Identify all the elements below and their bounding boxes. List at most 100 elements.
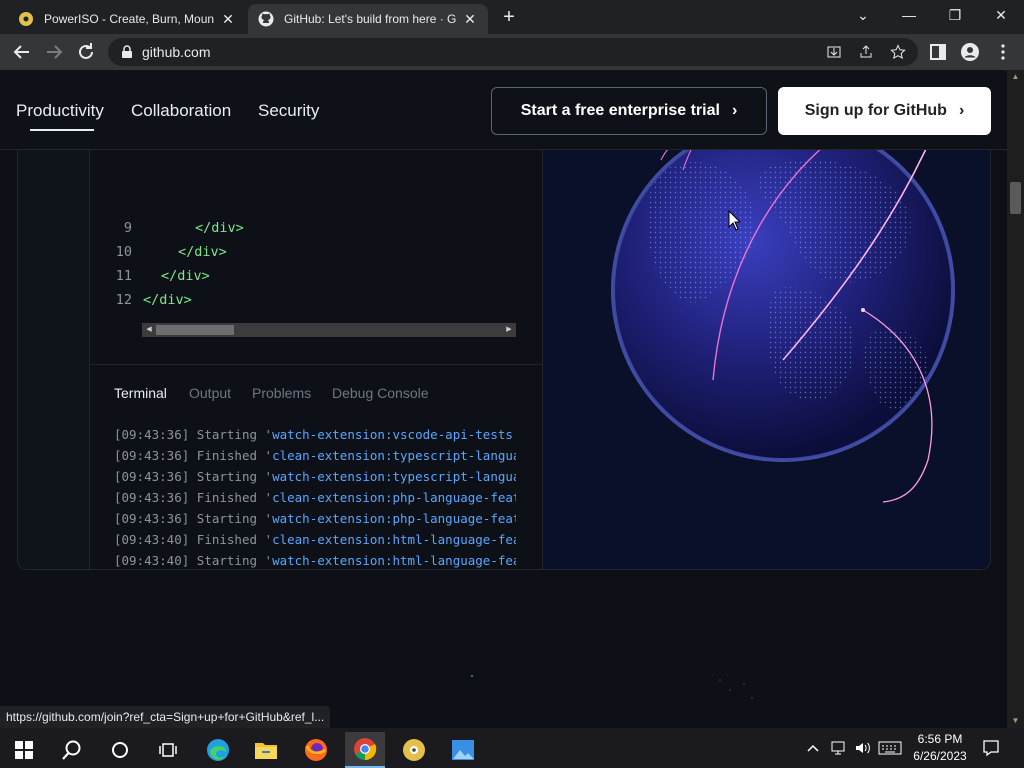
search-icon[interactable] xyxy=(52,732,92,768)
tab-poweriso[interactable]: PowerISO - Create, Burn, Mount, ✕ xyxy=(8,4,246,34)
code-line: </div> xyxy=(195,220,244,236)
edge-browser-icon[interactable] xyxy=(198,732,238,768)
url-text[interactable]: github.com xyxy=(142,44,210,60)
windows-taskbar: 6:56 PM 6/26/2023 xyxy=(0,728,1024,768)
scrollbar-thumb[interactable] xyxy=(156,325,234,335)
keyboard-icon[interactable] xyxy=(878,740,902,756)
code-line: </div> xyxy=(178,244,227,260)
minimize-button[interactable]: — xyxy=(886,0,932,30)
terminal-verb: Finished xyxy=(196,532,258,547)
poweriso-favicon-icon xyxy=(19,12,33,26)
button-label: Sign up for GitHub xyxy=(804,102,947,119)
button-label: Start a free enterprise trial xyxy=(520,102,720,119)
globe-graphic xyxy=(543,130,990,569)
terminal-time: [09:43:36] xyxy=(114,490,190,505)
file-explorer-icon[interactable] xyxy=(246,732,286,768)
decorative-dot xyxy=(470,674,474,678)
tab-title: PowerISO - Create, Burn, Mount, xyxy=(44,12,214,26)
browser-toolbar: github.com xyxy=(0,34,1024,70)
network-icon[interactable] xyxy=(830,740,848,756)
tab-title: GitHub: Let's build from here · Gi xyxy=(284,12,456,26)
close-tab-icon[interactable]: ✕ xyxy=(220,11,236,28)
scrollbar-thumb[interactable] xyxy=(1010,182,1021,214)
poweriso-icon[interactable] xyxy=(394,732,434,768)
line-number: 11 xyxy=(115,268,132,284)
windows-start-icon[interactable] xyxy=(4,732,44,768)
tab-problems[interactable]: Problems xyxy=(252,385,311,401)
product-subnav: Productivity Collaboration Security Star… xyxy=(0,70,1007,150)
start-enterprise-trial-button[interactable]: Start a free enterprise trial › xyxy=(491,87,767,135)
photos-app-icon[interactable] xyxy=(443,732,483,768)
terminal-time: [09:43:40] xyxy=(114,553,190,568)
install-app-icon[interactable] xyxy=(826,44,842,60)
scroll-right-arrow-icon[interactable]: ▶ xyxy=(502,323,516,337)
decorative-dots xyxy=(719,679,753,699)
chevron-up-icon[interactable] xyxy=(806,742,820,754)
sign-up-button[interactable]: Sign up for GitHub › xyxy=(778,87,991,135)
scroll-left-arrow-icon[interactable]: ◀ xyxy=(142,323,156,337)
share-icon[interactable] xyxy=(858,44,874,60)
profile-avatar-icon[interactable] xyxy=(960,42,980,62)
tab-search-icon[interactable]: ⌄ xyxy=(840,0,886,30)
scroll-up-arrow-icon[interactable]: ▲ xyxy=(1007,70,1024,84)
terminal-task: clean-extension:php-language-features xyxy=(272,490,516,505)
link-status-bubble: https://github.com/join?ref_cta=Sign+up+… xyxy=(0,706,331,728)
terminal-time: [09:43:36] xyxy=(114,427,190,442)
forward-arrow-icon[interactable] xyxy=(42,40,66,64)
activity-bar xyxy=(18,130,90,569)
tab-github[interactable]: GitHub: Let's build from here · Gi ✕ xyxy=(248,4,488,34)
close-window-button[interactable]: ✕ xyxy=(978,0,1024,30)
terminal-line: [09:43:40] Finished 'clean-extension:htm… xyxy=(114,532,516,547)
terminal-time: [09:43:36] xyxy=(114,511,190,526)
terminal-line: [09:43:36] Finished 'clean-extension:php… xyxy=(114,490,516,505)
active-indicator xyxy=(30,129,94,131)
tab-output[interactable]: Output xyxy=(189,385,231,401)
chevron-right-icon: › xyxy=(731,102,738,119)
address-bar[interactable]: github.com xyxy=(108,38,918,66)
terminal-time: [09:43:40] xyxy=(114,532,190,547)
terminal-time: [09:43:36] xyxy=(114,448,190,463)
subnav-item-security[interactable]: Security xyxy=(258,101,319,121)
notifications-icon[interactable] xyxy=(982,739,1000,757)
terminal-task: clean-extension:html-language-features xyxy=(272,532,516,547)
feature-panel: 9 </div> 10 </div> 11 </div> 12 </div> ◀… xyxy=(17,130,991,570)
side-panel-icon[interactable] xyxy=(928,42,948,62)
scroll-down-arrow-icon[interactable]: ▼ xyxy=(1007,714,1024,728)
page-scrollbar[interactable]: ▲ ▼ xyxy=(1007,70,1024,728)
reload-icon[interactable] xyxy=(74,40,98,64)
terminal-time: [09:43:36] xyxy=(114,469,190,484)
web-page: 9 </div> 10 </div> 11 </div> 12 </div> ◀… xyxy=(0,70,1007,720)
code-line: </div> xyxy=(143,292,192,308)
terminal-verb: Starting xyxy=(196,511,258,526)
clock-time: 6:56 PM xyxy=(917,732,963,746)
tab-debug-console[interactable]: Debug Console xyxy=(332,385,429,401)
terminal-line: [09:43:36] Starting 'watch-extension:typ… xyxy=(114,469,516,484)
close-tab-icon[interactable]: ✕ xyxy=(462,11,478,28)
new-tab-button[interactable]: + xyxy=(498,6,520,28)
firefox-icon[interactable] xyxy=(296,732,336,768)
system-clock[interactable]: 6:56 PM 6/26/2023 xyxy=(906,731,974,765)
terminal-verb: Starting xyxy=(196,427,258,442)
task-view-icon[interactable] xyxy=(148,732,188,768)
terminal-panel: Terminal Output Problems Debug Console [… xyxy=(90,364,542,569)
lock-icon[interactable] xyxy=(120,45,134,59)
github-favicon-icon xyxy=(258,11,274,27)
terminal-task: clean-extension:typescript-language-feat… xyxy=(272,448,516,463)
volume-icon[interactable] xyxy=(854,740,872,756)
terminal-line: [09:43:36] Starting 'watch-extension:php… xyxy=(114,511,516,526)
subnav-item-productivity[interactable]: Productivity xyxy=(16,101,104,121)
back-arrow-icon[interactable] xyxy=(10,40,34,64)
restore-button[interactable]: ❐ xyxy=(932,0,978,30)
terminal-task: watch-extension:vscode-api-tests xyxy=(272,427,513,442)
bookmark-star-icon[interactable] xyxy=(890,44,906,60)
chrome-icon[interactable] xyxy=(345,732,385,768)
terminal-line: [09:43:36] Starting 'watch-extension:vsc… xyxy=(114,427,516,442)
cortana-icon[interactable] xyxy=(100,732,140,768)
subnav-item-collaboration[interactable]: Collaboration xyxy=(131,101,231,121)
horizontal-scrollbar[interactable]: ◀ ▶ xyxy=(142,323,516,337)
tab-terminal[interactable]: Terminal xyxy=(114,385,167,401)
terminal-verb: Starting xyxy=(196,469,258,484)
code-line: </div> xyxy=(161,268,210,284)
more-menu-icon[interactable] xyxy=(993,42,1013,62)
globe-illustration xyxy=(543,130,990,569)
